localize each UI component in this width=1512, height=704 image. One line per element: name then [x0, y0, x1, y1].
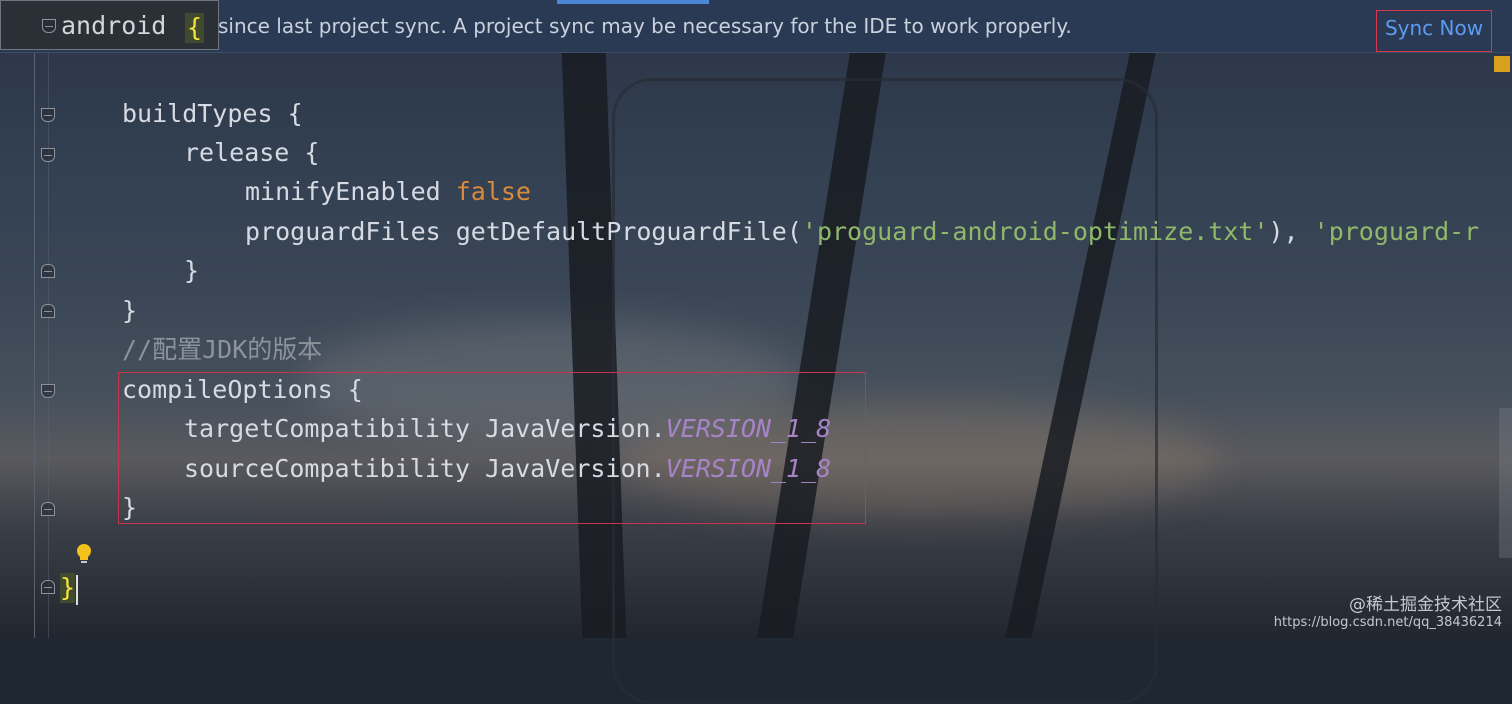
code-line: } — [184, 256, 200, 285]
lightbulb-icon[interactable] — [75, 543, 93, 565]
breadcrumb-brace: { — [185, 13, 205, 43]
code-line: release { — [184, 138, 320, 167]
code-line: } — [122, 296, 138, 325]
gutter-line — [48, 52, 49, 638]
fold-icon[interactable] — [41, 148, 55, 162]
closing-brace: } — [60, 573, 76, 603]
annotation-box — [118, 372, 866, 524]
text-caret — [76, 575, 78, 605]
sync-message: since last project sync. A project sync … — [218, 14, 1072, 38]
fold-icon[interactable] — [41, 108, 55, 122]
code-line: buildTypes { — [122, 99, 303, 128]
fold-icon[interactable] — [42, 19, 56, 33]
code-line: proguardFiles getDefaultProguardFile('pr… — [245, 217, 1480, 246]
fold-icon[interactable] — [41, 502, 55, 516]
sync-now-link[interactable]: Sync Now — [1376, 10, 1492, 52]
code-line: minifyEnabled false — [245, 177, 531, 206]
fold-icon[interactable] — [41, 264, 55, 278]
breadcrumb[interactable]: android { — [0, 0, 219, 50]
warning-marker[interactable] — [1494, 56, 1510, 72]
breadcrumb-label: android — [61, 11, 167, 40]
watermark-line: @稀土掘金技术社区 — [1349, 595, 1502, 615]
sync-progress-bar — [557, 0, 709, 4]
fold-icon[interactable] — [41, 304, 55, 318]
watermark-line: https://blog.csdn.net/qq_38436214 — [1273, 615, 1502, 630]
gutter-line — [34, 52, 35, 638]
vertical-scrollbar[interactable] — [1499, 408, 1512, 558]
sync-banner: since last project sync. A project sync … — [0, 0, 1512, 53]
watermark: @稀土掘金技术社区 https://blog.csdn.net/qq_38436… — [1274, 590, 1502, 630]
fold-icon[interactable] — [41, 580, 55, 594]
code-comment: //配置JDK的版本 — [122, 335, 323, 364]
fold-icon[interactable] — [41, 384, 55, 398]
